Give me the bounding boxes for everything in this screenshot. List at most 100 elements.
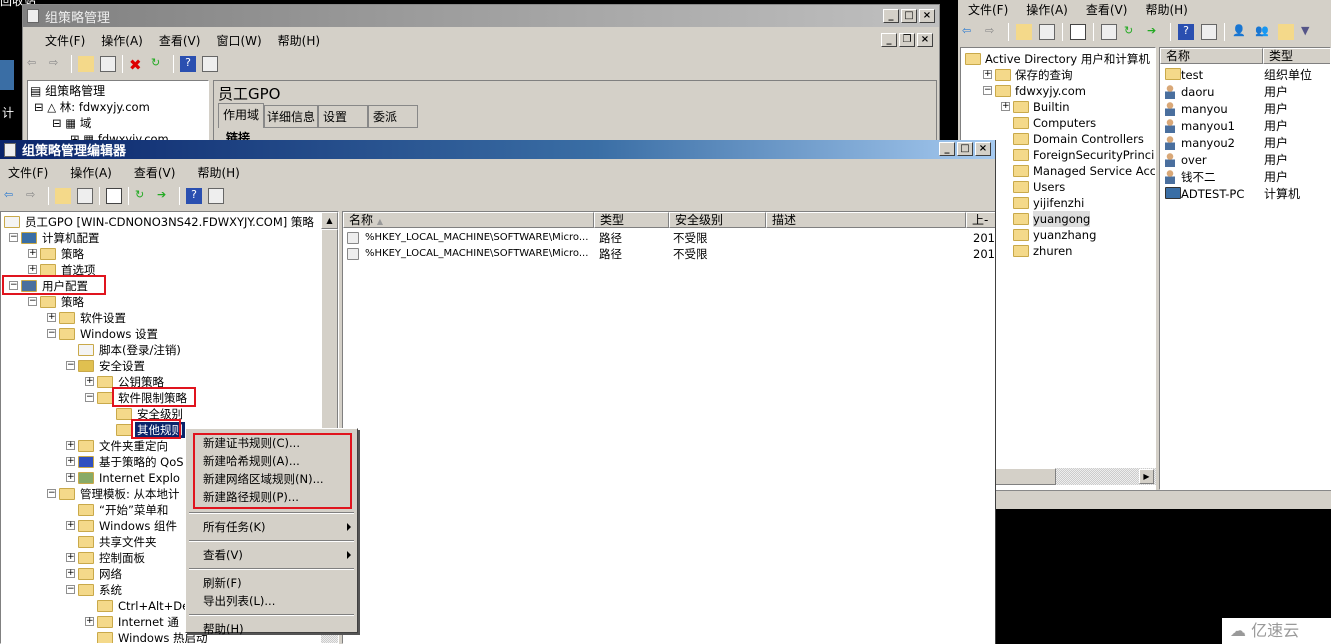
export-icon[interactable]: ➔ — [1147, 24, 1163, 40]
tab-scope[interactable]: 作用域 — [218, 103, 265, 128]
menu-view[interactable]: 查看(V) — [134, 164, 176, 181]
show-tree-icon[interactable] — [100, 56, 116, 72]
table-row[interactable]: %HKEY_LOCAL_MACHINE\SOFTWARE\Micro... 路径 不… — [343, 230, 995, 246]
list-item[interactable]: manyou1 用户 — [1160, 118, 1330, 135]
action-pane-icon[interactable] — [1201, 24, 1217, 40]
list-item[interactable]: ADTEST-PC 计算机 — [1160, 186, 1330, 203]
context-menu-item[interactable]: 所有任务(K) — [203, 519, 266, 535]
back-icon[interactable]: ⇦ — [962, 24, 978, 40]
context-menu-item[interactable]: 查看(V) — [203, 547, 243, 563]
tree-node[interactable]: − 用户配置 — [1, 275, 322, 295]
up-folder-icon[interactable] — [55, 188, 71, 204]
list-item[interactable]: daoru 用户 — [1160, 84, 1330, 101]
expand-icon[interactable]: + — [66, 521, 75, 530]
menu-action[interactable]: 操作(A) — [70, 164, 112, 181]
tab-details[interactable]: 详细信息 — [264, 105, 319, 128]
refresh-icon[interactable]: ↻ — [151, 56, 167, 72]
scroll-right-button[interactable]: ▶ — [1139, 469, 1154, 484]
help-icon[interactable]: ? — [1178, 24, 1194, 40]
tree-node[interactable]: Active Directory 用户和计算机 — [961, 51, 1155, 67]
context-menu-item[interactable]: 帮助(H) — [203, 621, 244, 637]
tree-node[interactable]: + Builtin — [961, 99, 1155, 115]
maximize-button[interactable]: □ — [957, 142, 973, 156]
context-menu-item[interactable]: 新建路径规则(P)... — [203, 489, 299, 505]
back-icon[interactable]: ⇦ — [27, 56, 43, 72]
tab-delegation[interactable]: 委派 — [368, 105, 419, 128]
menu-help[interactable]: 帮助(H) — [1145, 1, 1187, 18]
gpmc-tree-domains[interactable]: ⊟ ▦ 域 — [52, 115, 91, 131]
child-restore-button[interactable]: ❐ — [899, 33, 915, 47]
collapse-icon[interactable]: − — [66, 361, 75, 370]
tree-node[interactable]: Computers — [961, 115, 1155, 131]
minimize-button[interactable]: _ — [883, 9, 899, 23]
menu-file[interactable]: 文件(F) — [8, 164, 48, 181]
refresh-icon[interactable]: ↻ — [135, 188, 151, 204]
new-ou-icon[interactable] — [1278, 24, 1294, 40]
tab-settings[interactable]: 设置 — [318, 105, 369, 128]
menu-window[interactable]: 窗口(W) — [216, 32, 261, 49]
tree-node[interactable]: + 策略 — [1, 246, 322, 262]
filter-icon[interactable]: ▼ — [1301, 24, 1317, 40]
expand-icon[interactable]: + — [983, 70, 992, 79]
list-item[interactable]: 钱不二 用户 — [1160, 169, 1330, 186]
maximize-button[interactable]: □ — [901, 9, 917, 23]
tree-node[interactable]: − fdwxyjy.com — [961, 83, 1155, 99]
expand-icon[interactable]: + — [85, 377, 94, 386]
col-header-description[interactable]: 描述 — [766, 212, 966, 228]
tree-node[interactable]: + 保存的查询 — [961, 67, 1155, 83]
collapse-icon[interactable]: − — [85, 393, 94, 402]
tree-node[interactable]: − Windows 设置 — [1, 326, 322, 342]
gpmc-tree-root[interactable]: ▤ 组策略管理 — [30, 83, 105, 99]
close-button[interactable]: × — [919, 9, 935, 23]
refresh-icon[interactable]: ↻ — [1124, 24, 1140, 40]
collapse-icon[interactable]: − — [28, 297, 37, 306]
up-folder-icon[interactable] — [78, 56, 94, 72]
tree-node[interactable]: + 软件设置 — [1, 310, 322, 326]
help-icon[interactable]: ? — [180, 56, 196, 72]
tree-node[interactable]: 员工GPO [WIN-CDNONO3NS42.FDWXYJY.COM] 策略 — [1, 214, 322, 230]
new-user-icon[interactable]: 👤 — [1232, 24, 1248, 40]
desktop-computer-label[interactable]: 计 — [2, 104, 14, 121]
expand-icon[interactable]: + — [66, 457, 75, 466]
menu-view[interactable]: 查看(V) — [159, 32, 201, 49]
clipboard-icon[interactable] — [1070, 24, 1086, 40]
clipboard-icon[interactable] — [106, 188, 122, 204]
list-item[interactable]: over 用户 — [1160, 152, 1330, 169]
editor-title-bar[interactable]: 组策略管理编辑器 _ □ × — [0, 140, 995, 159]
desktop-icon[interactable] — [0, 60, 14, 90]
expand-icon[interactable]: + — [85, 617, 94, 626]
context-menu-item[interactable]: 导出列表(L)... — [203, 593, 275, 609]
child-minimize-button[interactable]: _ — [881, 33, 897, 47]
col-header-name[interactable]: 名称 ▲ — [343, 212, 594, 228]
ad-hscroll-thumb[interactable] — [994, 468, 1056, 485]
forward-icon[interactable]: ⇨ — [49, 56, 65, 72]
context-menu-item[interactable]: 刷新(F) — [203, 575, 242, 591]
forward-icon[interactable]: ⇨ — [985, 24, 1001, 40]
col-header-security-level[interactable]: 安全级别 — [669, 212, 766, 228]
tree-node[interactable]: − 策略 — [1, 294, 322, 310]
table-row[interactable]: %HKEY_LOCAL_MACHINE\SOFTWARE\Micro... 路径 不… — [343, 246, 995, 262]
scroll-up-button[interactable]: ▲ — [321, 212, 338, 229]
expand-icon[interactable]: + — [1001, 102, 1010, 111]
tree-node[interactable]: − 软件限制策略 — [1, 387, 322, 407]
tree-node[interactable]: − 安全设置 — [1, 358, 322, 374]
expand-icon[interactable]: + — [28, 265, 37, 274]
action-pane-icon[interactable] — [208, 188, 224, 204]
action-pane-icon[interactable] — [202, 56, 218, 72]
show-tree-icon[interactable] — [77, 188, 93, 204]
child-close-button[interactable]: × — [917, 33, 933, 47]
properties-icon[interactable] — [1101, 24, 1117, 40]
close-button[interactable]: × — [975, 142, 991, 156]
menu-file[interactable]: 文件(F) — [45, 32, 85, 49]
col-header-name[interactable]: 名称 — [1160, 48, 1263, 64]
expand-icon[interactable]: + — [66, 441, 75, 450]
expand-icon[interactable]: + — [66, 473, 75, 482]
gpmc-title-bar[interactable]: 组策略管理 _ □ × — [23, 5, 939, 27]
collapse-icon[interactable]: − — [9, 233, 18, 242]
context-menu-item[interactable]: 新建证书规则(C)... — [203, 435, 300, 451]
col-header-type[interactable]: 类型 — [594, 212, 669, 228]
up-folder-icon[interactable] — [1016, 24, 1032, 40]
forward-icon[interactable]: ⇨ — [26, 188, 42, 204]
collapse-icon[interactable]: − — [983, 86, 992, 95]
collapse-icon[interactable]: − — [47, 329, 56, 338]
